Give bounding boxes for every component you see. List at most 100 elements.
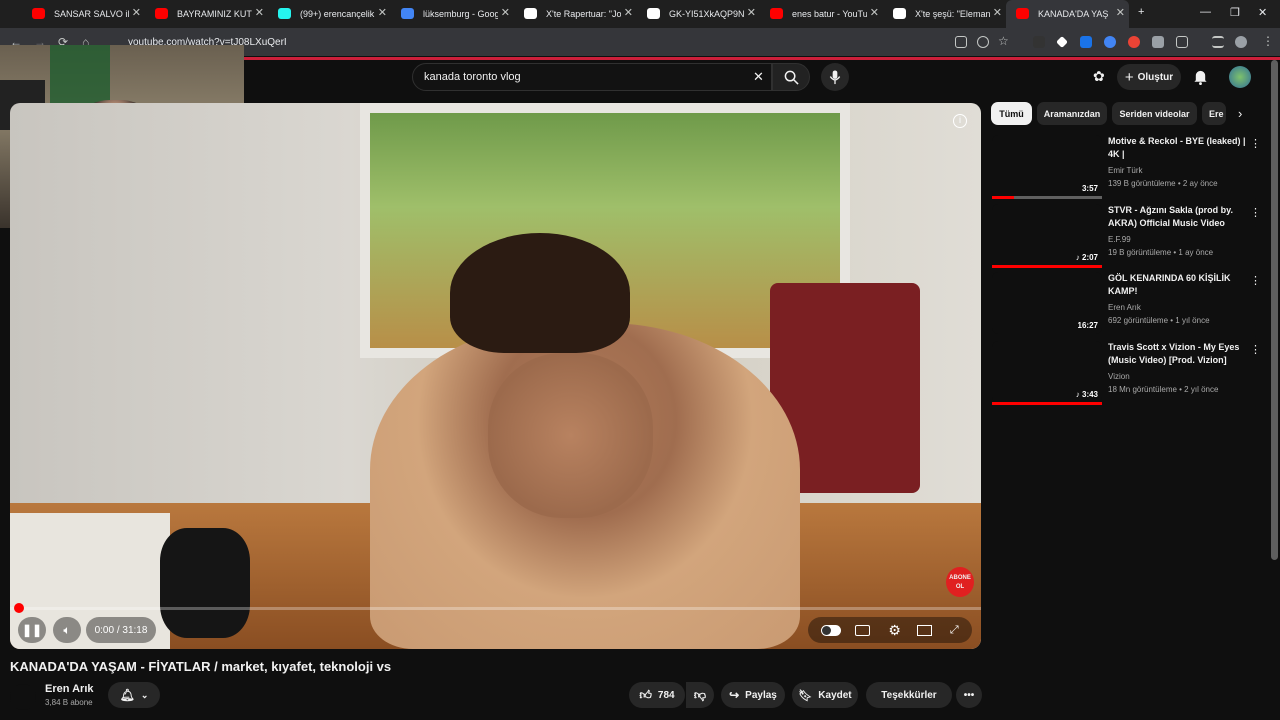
- cast-icon[interactable]: [955, 36, 967, 48]
- tab-favicon-icon: [32, 8, 45, 19]
- subscription-bell-button[interactable]: 🔔︎ ⌄: [108, 682, 160, 708]
- extension-globe-icon[interactable]: [1104, 36, 1116, 48]
- related-meta: 139 B görüntüleme • 2 ay önce: [1108, 179, 1218, 188]
- browser-tab[interactable]: GK-YI51XkAQP9NV (✕: [637, 0, 760, 28]
- browser-tab[interactable]: SANSAR SALVO ile 'B✕: [22, 0, 145, 28]
- chip-series[interactable]: Seriden videolar: [1112, 102, 1197, 125]
- subtitles-icon[interactable]: [855, 624, 871, 636]
- like-count: 784: [657, 689, 675, 701]
- video-thumbnail[interactable]: 3:57: [992, 135, 1102, 199]
- video-progress-bar[interactable]: [10, 603, 981, 613]
- more-actions-button[interactable]: •••: [956, 682, 982, 708]
- watch-progress-fill: [992, 265, 1102, 268]
- thanks-button[interactable]: Teşekkürler: [866, 682, 952, 708]
- chip-channel[interactable]: Ere: [1202, 102, 1226, 125]
- page-scrollbar[interactable]: [1271, 60, 1278, 560]
- extension-blue-icon[interactable]: [1080, 36, 1092, 48]
- video-info-icon[interactable]: i: [953, 114, 967, 128]
- more-vertical-icon[interactable]: ⋮: [1250, 343, 1261, 356]
- tab-favicon-icon: [770, 8, 783, 19]
- more-vertical-icon[interactable]: ⋮: [1250, 274, 1261, 287]
- more-vertical-icon[interactable]: ⋮: [1250, 137, 1261, 150]
- bookmark-star-icon[interactable]: ☆: [998, 34, 1009, 48]
- tab-title: SANSAR SALVO ile 'B: [54, 9, 129, 19]
- account-avatar[interactable]: [1229, 66, 1251, 88]
- tab-close-icon[interactable]: ✕: [624, 6, 633, 19]
- reading-list-icon[interactable]: [1212, 36, 1224, 48]
- minimize-icon[interactable]: —: [1200, 6, 1211, 18]
- channel-avatar[interactable]: [10, 684, 36, 710]
- related-video-item[interactable]: 16:27 GÖL KENARINDA 60 KİŞİLİK KAMP! Eren …: [992, 272, 1262, 336]
- browser-tab[interactable]: X'te Rapertuar: "Joke✕: [514, 0, 637, 28]
- subscriber-count: 3,84 B abone: [45, 698, 93, 707]
- browser-menu-icon[interactable]: ⋮: [1262, 34, 1274, 48]
- chip-from-search[interactable]: Aramanızdan: [1037, 102, 1107, 125]
- video-thumbnail[interactable]: 16:27: [992, 272, 1102, 334]
- duration-badge: 16:27: [1077, 321, 1098, 330]
- fullscreen-icon[interactable]: ⤢: [950, 624, 959, 637]
- video-thumbnail[interactable]: ♪ 2:07: [992, 204, 1102, 268]
- browser-tab[interactable]: lüksemburg - Google✕: [391, 0, 514, 28]
- progress-scrubber[interactable]: [14, 603, 24, 613]
- tab-title: GK-YI51XkAQP9NV (: [669, 9, 744, 19]
- extension-pen-icon[interactable]: [1152, 36, 1164, 48]
- voice-search-button[interactable]: [821, 63, 849, 91]
- notifications-bell-icon[interactable]: [1193, 69, 1208, 85]
- maximize-icon[interactable]: ❐: [1230, 6, 1240, 19]
- browser-tab[interactable]: KANADA'DA YAŞ ✕: [1006, 0, 1129, 28]
- video-thumbnail[interactable]: ♪ 3:43: [992, 341, 1102, 405]
- browser-tab[interactable]: BAYRAMINIZ KUTLU✕: [145, 0, 268, 28]
- profile-icon[interactable]: [1235, 36, 1247, 48]
- related-channel-name: E.F.99: [1108, 235, 1131, 244]
- tab-close-icon[interactable]: ✕: [870, 6, 879, 19]
- related-meta: 18 Mn görüntüleme • 2 yıl önce: [1108, 385, 1219, 394]
- related-video-item[interactable]: ♪ 3:43 Travis Scott x Vizion - My Eyes (M…: [992, 341, 1262, 405]
- extensions-puzzle-icon[interactable]: [1176, 36, 1188, 48]
- browser-tab[interactable]: enes batur - YouTube✕: [760, 0, 883, 28]
- save-button[interactable]: 🔖︎ Kaydet: [792, 682, 858, 708]
- chip-all[interactable]: Tümü: [991, 102, 1032, 125]
- tab-title: lüksemburg - Google: [423, 9, 498, 19]
- clear-search-icon[interactable]: ✕: [753, 69, 764, 85]
- tab-close-icon[interactable]: ✕: [132, 6, 141, 19]
- video-person-hair: [450, 233, 630, 353]
- subscribe-watermark[interactable]: ABONE OL: [946, 567, 974, 597]
- pause-button[interactable]: ❚❚: [18, 617, 46, 643]
- extension-red-icon[interactable]: [1128, 36, 1140, 48]
- gift-icon[interactable]: ✿: [1093, 68, 1105, 85]
- chevron-right-icon[interactable]: ›: [1238, 106, 1242, 121]
- browser-tab[interactable]: (99+) erencançelik (@✕: [268, 0, 391, 28]
- tab-close-icon[interactable]: ✕: [747, 6, 756, 19]
- tab-close-icon[interactable]: ✕: [1116, 6, 1125, 19]
- search-button[interactable]: [772, 63, 810, 91]
- hide-icon[interactable]: [977, 36, 989, 48]
- related-video-item[interactable]: ♪ 2:07 STVR - Ağzını Sakla (prod by. AKRA…: [992, 204, 1262, 268]
- extension-icon[interactable]: [1033, 36, 1045, 48]
- tab-close-icon[interactable]: ✕: [378, 6, 387, 19]
- create-button[interactable]: + Oluştur: [1117, 64, 1181, 90]
- tab-favicon-icon: [647, 8, 660, 19]
- save-label: Kaydet: [818, 689, 852, 701]
- tab-close-icon[interactable]: ✕: [993, 6, 1002, 19]
- miniplayer-icon[interactable]: [916, 624, 932, 636]
- browser-tab[interactable]: X'te şeşü: "Eleman fe✕: [883, 0, 1006, 28]
- channel-name[interactable]: Eren Arık: [45, 683, 94, 695]
- volume-button[interactable]: 🔈︎: [53, 617, 81, 643]
- related-video-item[interactable]: 3:57 Motive & Reckol - BYE (leaked) | 4K …: [992, 135, 1262, 199]
- tab-close-icon[interactable]: ✕: [255, 6, 264, 19]
- settings-gear-icon[interactable]: ⚙: [888, 622, 901, 639]
- tab-title: X'te şeşü: "Eleman fe: [915, 9, 990, 19]
- more-vertical-icon[interactable]: ⋮: [1250, 206, 1261, 219]
- new-tab-icon[interactable]: +: [1138, 6, 1144, 18]
- dislike-button[interactable]: 👎︎: [686, 682, 714, 708]
- search-input[interactable]: kanada toronto vlog ✕: [412, 63, 772, 91]
- pause-icon: ❚❚: [21, 623, 43, 637]
- share-button[interactable]: ↪ Paylaş: [721, 682, 785, 708]
- close-window-icon[interactable]: ✕: [1258, 6, 1267, 19]
- autoplay-toggle[interactable]: [821, 624, 842, 636]
- tab-close-icon[interactable]: ✕: [501, 6, 510, 19]
- related-channel-name: Vizion: [1108, 372, 1130, 381]
- like-button[interactable]: 👍︎ 784: [629, 682, 685, 708]
- video-player[interactable]: i ABONE OL: [10, 103, 981, 649]
- duration-badge: 3:57: [1081, 184, 1098, 193]
